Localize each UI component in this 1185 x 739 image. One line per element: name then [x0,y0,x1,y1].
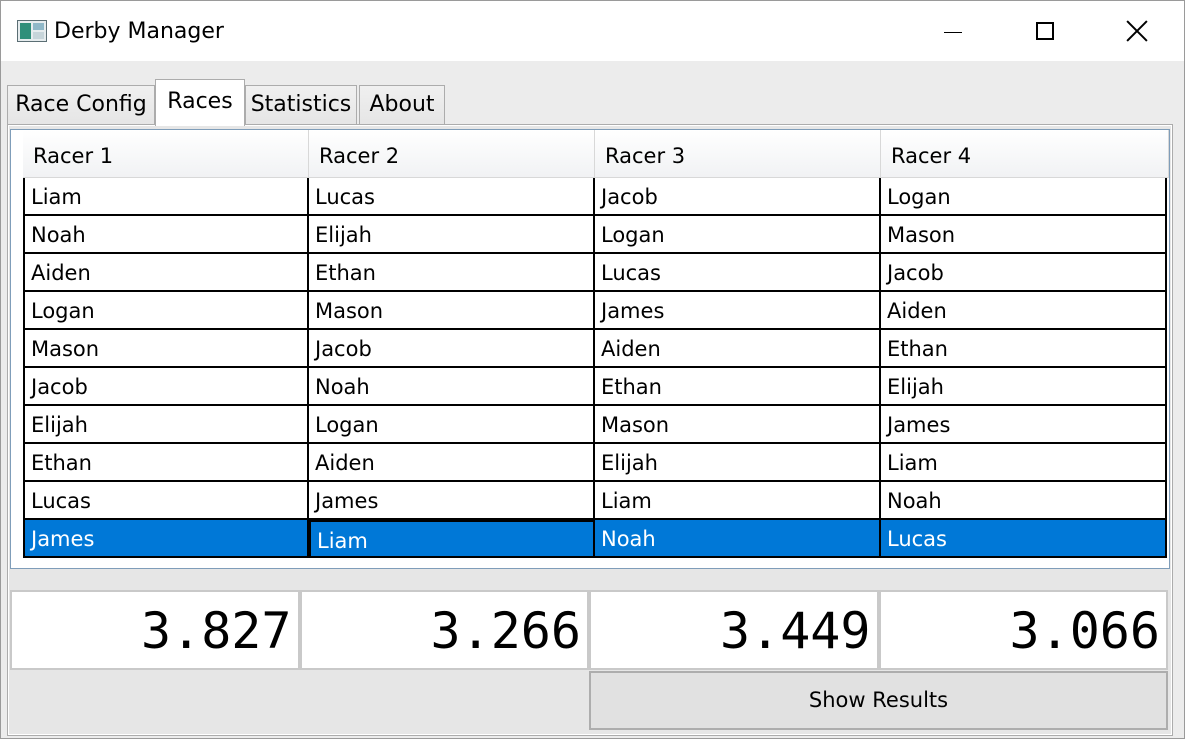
lane-4-time: 3.066 [878,590,1168,670]
grid-cell[interactable]: Ethan [595,368,881,406]
grid-cell[interactable]: Logan [23,292,309,330]
grid-cell[interactable]: Mason [309,292,595,330]
table-row[interactable]: Logan Mason James Aiden [23,292,1169,330]
grid-cell[interactable]: Aiden [595,330,881,368]
grid-cell[interactable]: Lucas [595,254,881,292]
maximize-icon [1036,22,1054,40]
table-row[interactable]: Lucas James Liam Noah [23,482,1169,520]
grid-cell[interactable]: Noah [23,216,309,254]
column-header-racer-4[interactable]: Racer 4 [881,130,1169,178]
table-row[interactable]: Ethan Aiden Elijah Liam [23,444,1169,482]
column-header-racer-1[interactable]: Racer 1 [23,130,309,178]
window-title: Derby Manager [54,19,224,44]
grid-cell[interactable]: Noah [881,482,1167,520]
grid-cell[interactable]: Elijah [881,368,1167,406]
grid-cell[interactable]: Noah [595,520,881,558]
grid-cell[interactable]: Lucas [881,520,1167,558]
grid-cell[interactable]: Logan [881,178,1167,216]
grid-cell[interactable]: Elijah [309,216,595,254]
grid-cell[interactable]: Liam [881,444,1167,482]
table-row[interactable]: Jacob Noah Ethan Elijah [23,368,1169,406]
table-row[interactable]: Aiden Ethan Lucas Jacob [23,254,1169,292]
grid-cell[interactable]: Aiden [309,444,595,482]
grid-cell[interactable]: Jacob [309,330,595,368]
close-icon [1126,20,1148,42]
tab-race-config[interactable]: Race Config [7,85,155,125]
grid-cell[interactable]: Logan [595,216,881,254]
minimize-icon [944,31,962,33]
lane-2-time: 3.266 [299,590,589,670]
grid-cell[interactable]: Jacob [881,254,1167,292]
table-row[interactable]: Liam Lucas Jacob Logan [23,178,1169,216]
grid-cell[interactable]: Aiden [881,292,1167,330]
table-row[interactable]: James Liam Noah Lucas [23,520,1169,558]
close-button[interactable] [1091,1,1183,61]
tab-about[interactable]: About [359,85,445,125]
grid-cell[interactable]: James [309,482,595,520]
maximize-button[interactable] [999,1,1091,61]
grid-cell[interactable]: Noah [309,368,595,406]
derby-manager-window: Derby Manager Race Config Races Statisti… [0,0,1185,739]
grid-cell[interactable]: Lucas [309,178,595,216]
grid-cell[interactable]: James [23,520,309,558]
grid-cell[interactable]: Elijah [23,406,309,444]
grid-cell[interactable]: Aiden [23,254,309,292]
tab-statistics[interactable]: Statistics [245,85,357,125]
column-headers: Racer 1 Racer 2 Racer 3 Racer 4 [23,130,1169,178]
tab-races[interactable]: Races [155,79,245,126]
grid-cell[interactable]: Elijah [595,444,881,482]
grid-cell[interactable]: Ethan [309,254,595,292]
table-row[interactable]: Noah Elijah Logan Mason [23,216,1169,254]
grid-cell[interactable]: Liam [23,178,309,216]
grid-cell[interactable]: James [881,406,1167,444]
row-header-column[interactable] [11,130,23,568]
minimize-button[interactable] [907,1,999,61]
grid-cell[interactable]: Liam [309,520,595,558]
column-header-racer-2[interactable]: Racer 2 [309,130,595,178]
grid-cell[interactable]: James [595,292,881,330]
lane-3-time: 3.449 [589,590,879,670]
grid-cell[interactable]: Mason [23,330,309,368]
grid-rows: Liam Lucas Jacob Logan Noah Elijah Logan Mason A… [23,178,1169,558]
grid-cell[interactable]: Liam [595,482,881,520]
lane-times: 3.827 3.266 3.449 3.066 [10,590,1168,670]
grid-cell[interactable]: Jacob [595,178,881,216]
grid-cell[interactable]: Ethan [23,444,309,482]
races-grid[interactable]: Racer 1 Racer 2 Racer 3 Racer 4 Liam Luca… [10,129,1170,569]
grid-cell[interactable]: Logan [309,406,595,444]
grid-cell[interactable]: Mason [881,216,1167,254]
column-header-racer-3[interactable]: Racer 3 [595,130,881,178]
grid-cell[interactable]: Jacob [23,368,309,406]
lane-1-time: 3.827 [10,590,300,670]
table-row[interactable]: Mason Jacob Aiden Ethan [23,330,1169,368]
grid-cell[interactable]: Lucas [23,482,309,520]
table-row[interactable]: Elijah Logan Mason James [23,406,1169,444]
grid-cell[interactable]: Mason [595,406,881,444]
show-results-button[interactable]: Show Results [589,671,1168,730]
title-bar[interactable]: Derby Manager [1,1,1184,61]
grid-cell[interactable]: Ethan [881,330,1167,368]
app-icon [17,20,47,42]
